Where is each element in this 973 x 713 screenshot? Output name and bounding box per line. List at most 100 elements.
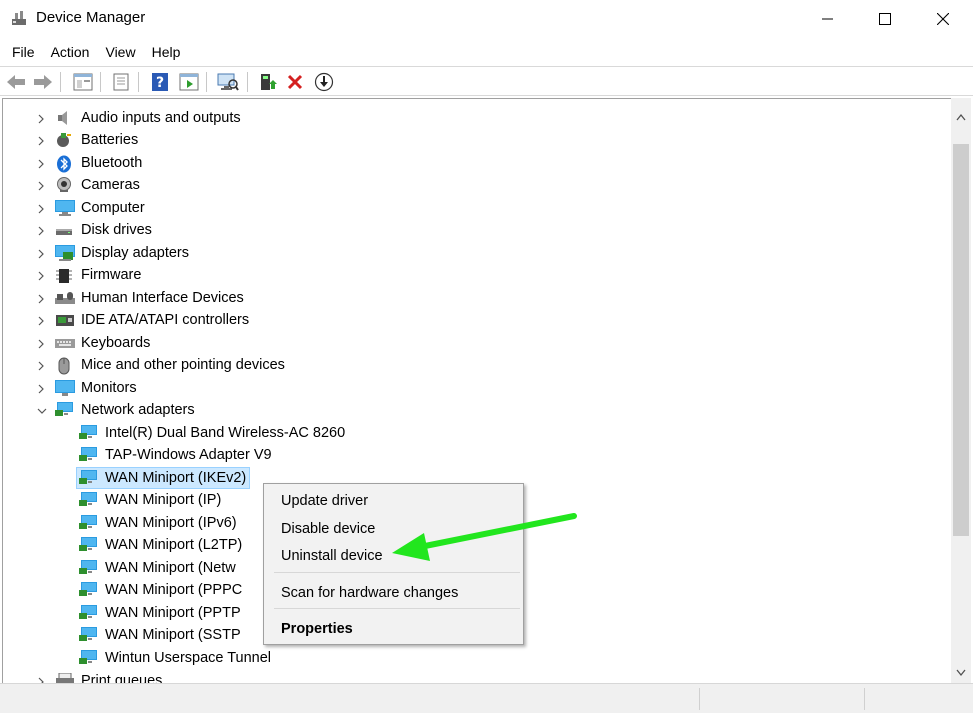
chevron-right-icon[interactable] bbox=[36, 247, 46, 259]
chevron-right-icon[interactable] bbox=[36, 179, 46, 191]
tree-item-computer[interactable]: Computer bbox=[3, 197, 943, 219]
toolbar-separator bbox=[60, 72, 61, 92]
network-adapter-icon bbox=[79, 650, 97, 666]
minimize-button[interactable] bbox=[799, 0, 857, 38]
close-icon bbox=[937, 13, 949, 25]
chevron-right-icon[interactable] bbox=[36, 337, 46, 349]
tree-item-audio[interactable]: Audio inputs and outputs bbox=[3, 107, 943, 129]
tree-item-label: Monitors bbox=[81, 380, 137, 396]
chevron-right-icon[interactable] bbox=[36, 269, 46, 281]
chevron-right-icon[interactable] bbox=[36, 675, 46, 683]
chevron-right-icon[interactable] bbox=[36, 292, 46, 304]
tree-item-label: WAN Miniport (PPPC bbox=[105, 582, 243, 598]
tree-item-label: Computer bbox=[81, 200, 145, 216]
scan-hardware-icon[interactable] bbox=[217, 71, 239, 93]
update-driver-icon[interactable] bbox=[257, 71, 279, 93]
chevron-down-icon[interactable] bbox=[36, 404, 47, 416]
chevron-right-icon[interactable] bbox=[36, 382, 46, 394]
tree-item-label: Intel(R) Dual Band Wireless-AC 8260 bbox=[105, 425, 346, 441]
uninstall-icon[interactable] bbox=[284, 71, 306, 93]
chevron-right-icon[interactable] bbox=[36, 314, 46, 326]
run-icon[interactable] bbox=[178, 71, 200, 93]
title-bar: Device Manager bbox=[0, 0, 973, 38]
menu-file[interactable]: File bbox=[4, 40, 43, 64]
forward-arrow-icon[interactable] bbox=[32, 71, 54, 93]
maximize-button[interactable] bbox=[856, 0, 914, 38]
tree-item-display-adapters[interactable]: Display adapters bbox=[3, 242, 943, 264]
menu-separator bbox=[274, 572, 520, 573]
download-icon[interactable] bbox=[313, 71, 335, 93]
menu-disable-device[interactable]: Disable device bbox=[281, 520, 375, 538]
toolbar-separator bbox=[100, 72, 101, 92]
tree-item-network-device[interactable]: Intel(R) Dual Band Wireless-AC 8260 bbox=[3, 422, 943, 444]
tree-item-cameras[interactable]: Cameras bbox=[3, 174, 943, 196]
window-title: Device Manager bbox=[36, 9, 146, 26]
tree-item-disk-drives[interactable]: Disk drives bbox=[3, 219, 943, 241]
tree-item-hid[interactable]: Human Interface Devices bbox=[3, 287, 943, 309]
device-manager-icon bbox=[11, 10, 27, 26]
tree-item-label: Disk drives bbox=[81, 222, 152, 238]
network-adapter-icon bbox=[79, 470, 97, 486]
menu-action[interactable]: Action bbox=[43, 40, 98, 64]
tree-item-label: Firmware bbox=[81, 267, 142, 283]
hid-icon bbox=[55, 290, 75, 306]
status-divider bbox=[864, 688, 865, 710]
menu-view[interactable]: View bbox=[97, 40, 143, 64]
tree-item-mice[interactable]: Mice and other pointing devices bbox=[3, 354, 943, 376]
tree-item-monitors[interactable]: Monitors bbox=[3, 377, 943, 399]
mouse-icon bbox=[55, 357, 73, 375]
tree-item-keyboards[interactable]: Keyboards bbox=[3, 332, 943, 354]
chevron-right-icon[interactable] bbox=[36, 112, 46, 124]
network-adapter-icon bbox=[79, 492, 97, 508]
menu-properties[interactable]: Properties bbox=[281, 620, 353, 638]
bluetooth-icon bbox=[55, 155, 73, 173]
menu-help[interactable]: Help bbox=[144, 40, 189, 64]
chevron-right-icon[interactable] bbox=[36, 224, 46, 236]
properties-icon[interactable] bbox=[110, 71, 132, 93]
tree-item-label: Bluetooth bbox=[81, 155, 143, 171]
tree-item-network-device[interactable]: Wintun Userspace Tunnel bbox=[3, 647, 943, 669]
annotation-arrow bbox=[392, 513, 577, 561]
status-divider bbox=[699, 688, 700, 710]
tree-item-label: WAN Miniport (IP) bbox=[105, 492, 222, 508]
network-adapter-icon bbox=[79, 537, 97, 553]
menu-separator bbox=[274, 608, 520, 609]
menu-update-driver[interactable]: Update driver bbox=[281, 492, 368, 510]
network-adapter-icon bbox=[79, 605, 97, 621]
back-arrow-icon[interactable] bbox=[5, 71, 27, 93]
menu-uninstall-device[interactable]: Uninstall device bbox=[281, 547, 383, 565]
tree-item-network-adapters[interactable]: Network adapters bbox=[3, 399, 943, 421]
properties-pane-icon[interactable] bbox=[72, 71, 94, 93]
ide-controller-icon bbox=[55, 312, 74, 328]
chevron-right-icon[interactable] bbox=[36, 202, 46, 214]
menu-scan-hardware[interactable]: Scan for hardware changes bbox=[281, 584, 458, 602]
network-adapter-icon bbox=[79, 515, 97, 531]
tree-item-label: Network adapters bbox=[81, 402, 195, 418]
scrollbar-thumb[interactable] bbox=[953, 144, 969, 536]
display-adapter-icon bbox=[55, 245, 75, 261]
disk-drive-icon bbox=[55, 222, 73, 238]
scroll-up-icon[interactable] bbox=[951, 108, 971, 125]
close-button[interactable] bbox=[914, 0, 972, 38]
help-icon[interactable]: ? bbox=[149, 71, 171, 93]
tree-item-network-device[interactable]: TAP-Windows Adapter V9 bbox=[3, 444, 943, 466]
tree-item-label: WAN Miniport (IPv6) bbox=[105, 515, 237, 531]
chevron-right-icon[interactable] bbox=[36, 359, 46, 371]
scroll-down-icon[interactable] bbox=[951, 664, 971, 681]
tree-item-batteries[interactable]: Batteries bbox=[3, 129, 943, 151]
chevron-right-icon[interactable] bbox=[36, 157, 46, 169]
vertical-scrollbar[interactable] bbox=[951, 98, 971, 683]
minimize-icon bbox=[822, 13, 834, 25]
tree-item-bluetooth[interactable]: Bluetooth bbox=[3, 152, 943, 174]
tree-item-label: WAN Miniport (PPTP bbox=[105, 605, 241, 621]
monitor-icon bbox=[55, 380, 75, 396]
tree-item-label: Audio inputs and outputs bbox=[81, 110, 241, 126]
tree-item-firmware[interactable]: Firmware bbox=[3, 264, 943, 286]
tree-item-label: Human Interface Devices bbox=[81, 290, 244, 306]
menu-bar: File Action View Help bbox=[0, 40, 973, 64]
chevron-right-icon[interactable] bbox=[36, 134, 46, 146]
tree-item-print-queues[interactable]: Print queues bbox=[3, 670, 943, 683]
keyboard-icon bbox=[55, 335, 75, 351]
tree-item-ide[interactable]: IDE ATA/ATAPI controllers bbox=[3, 309, 943, 331]
camera-icon bbox=[55, 177, 73, 193]
